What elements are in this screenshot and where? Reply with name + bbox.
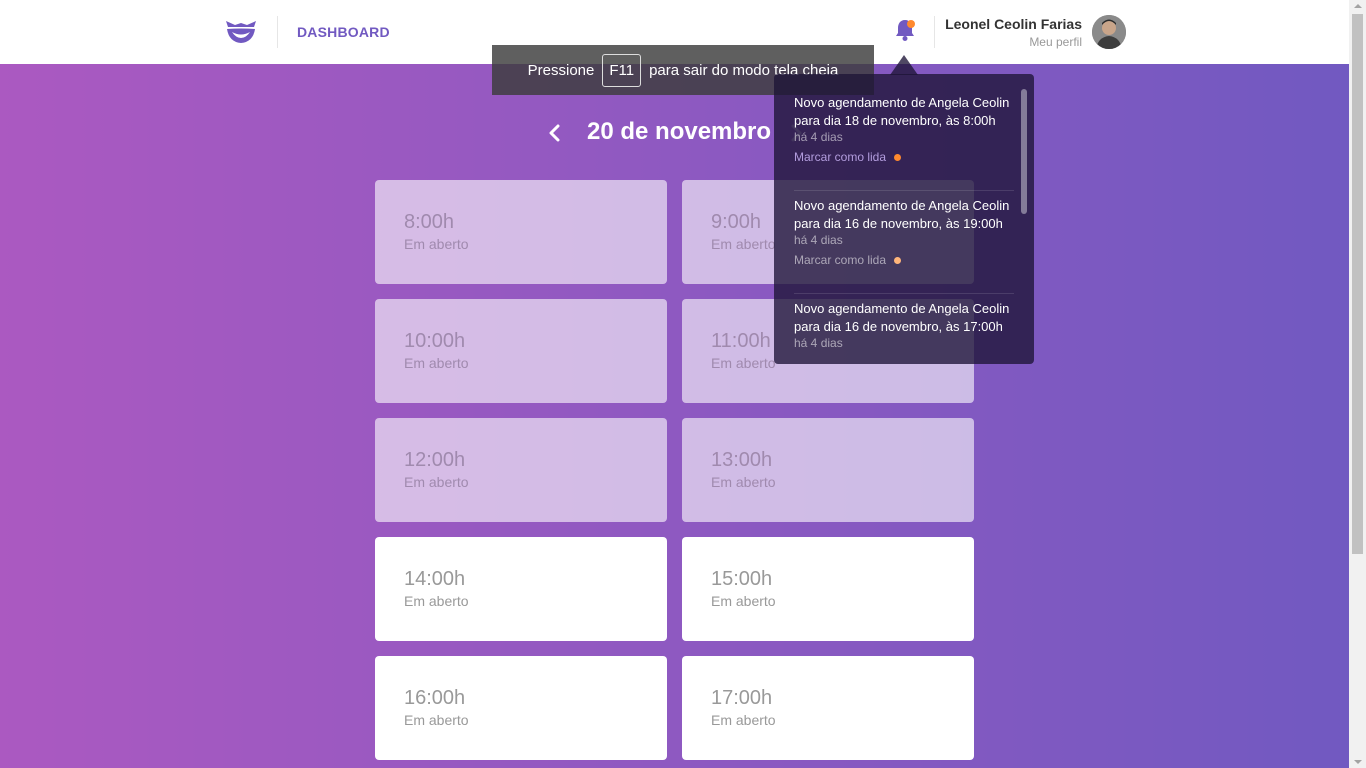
- notification-popover-arrow: [890, 55, 918, 75]
- notification-text: Novo agendamento de Angela Ceolin para d…: [794, 301, 1010, 334]
- page: DASHBOARD Leonel Ceolin Farias Meu perfi…: [0, 0, 1349, 768]
- header-divider: [934, 16, 935, 48]
- chevron-left-icon[interactable]: [545, 121, 565, 145]
- time-slot-card[interactable]: 17:00h Em aberto: [682, 656, 974, 760]
- mustache-logo-icon[interactable]: [224, 18, 258, 46]
- scroll-down-arrow-icon[interactable]: [1354, 760, 1362, 764]
- unread-badge: [907, 20, 915, 28]
- header-divider: [277, 16, 278, 48]
- notification-panel[interactable]: Novo agendamento de Angela Ceolin para d…: [774, 74, 1034, 364]
- time-slot-card[interactable]: 15:00h Em aberto: [682, 537, 974, 641]
- slot-status: Em aberto: [711, 474, 776, 490]
- slot-status: Em aberto: [404, 355, 469, 371]
- mark-as-read-button[interactable]: Marcar como lida: [794, 253, 902, 267]
- slot-time: 16:00h: [404, 687, 466, 709]
- notification-scrollbar[interactable]: [1021, 89, 1027, 214]
- slot-status: Em aberto: [404, 593, 469, 609]
- slot-status: Em aberto: [404, 474, 469, 490]
- mark-as-read-button[interactable]: Marcar como lida: [794, 150, 902, 164]
- slot-time: 8:00h: [404, 211, 455, 233]
- mark-as-read-label: Marcar como lida: [794, 253, 887, 267]
- page-scrollbar[interactable]: [1349, 0, 1366, 768]
- slot-time: 10:00h: [404, 330, 466, 352]
- slot-status: Em aberto: [711, 593, 776, 609]
- slot-time: 15:00h: [711, 568, 773, 590]
- notification-item: Novo agendamento de Angela Ceolin para d…: [794, 88, 1014, 191]
- time-slot-card[interactable]: 12:00h Em aberto: [375, 418, 667, 522]
- notification-item: Novo agendamento de Angela Ceolin para d…: [794, 191, 1014, 294]
- slot-time: 12:00h: [404, 449, 466, 471]
- notification-text: Novo agendamento de Angela Ceolin para d…: [794, 198, 1010, 231]
- notification-time: há 4 dias: [794, 130, 843, 144]
- time-slot-card[interactable]: 10:00h Em aberto: [375, 299, 667, 403]
- slot-time: 17:00h: [711, 687, 773, 709]
- slot-status: Em aberto: [404, 236, 469, 252]
- avatar[interactable]: [1092, 15, 1126, 49]
- notification-time: há 4 dias: [794, 336, 843, 350]
- time-slot-card[interactable]: 13:00h Em aberto: [682, 418, 974, 522]
- time-slot-card[interactable]: 14:00h Em aberto: [375, 537, 667, 641]
- avatar-image: [1092, 15, 1126, 49]
- fullscreen-notice-before: Pressione: [527, 61, 595, 79]
- slot-time: 13:00h: [711, 449, 773, 471]
- unread-dot: [894, 256, 902, 264]
- date-navigation: 20 de novembro: [0, 118, 1349, 148]
- profile-link[interactable]: Meu perfil: [1029, 35, 1082, 49]
- notification-item: Novo agendamento de Angela Ceolin para d…: [794, 294, 1014, 364]
- unread-dot: [894, 153, 902, 161]
- profile-name: Leonel Ceolin Farias: [945, 16, 1082, 32]
- slot-status: Em aberto: [711, 712, 776, 728]
- notification-text: Novo agendamento de Angela Ceolin para d…: [794, 95, 1010, 128]
- date-title: 20 de novembro: [587, 118, 772, 145]
- slot-status: Em aberto: [404, 712, 469, 728]
- fullscreen-key: F11: [602, 53, 642, 87]
- scroll-up-arrow-icon[interactable]: [1354, 4, 1362, 8]
- time-slot-card[interactable]: 16:00h Em aberto: [375, 656, 667, 760]
- notification-time: há 4 dias: [794, 233, 843, 247]
- dashboard-link[interactable]: DASHBOARD: [297, 24, 390, 40]
- mark-as-read-label: Marcar como lida: [794, 150, 887, 164]
- scroll-thumb[interactable]: [1352, 14, 1363, 554]
- time-slot-card[interactable]: 8:00h Em aberto: [375, 180, 667, 284]
- slot-time: 14:00h: [404, 568, 466, 590]
- schedule-area: [0, 64, 1349, 768]
